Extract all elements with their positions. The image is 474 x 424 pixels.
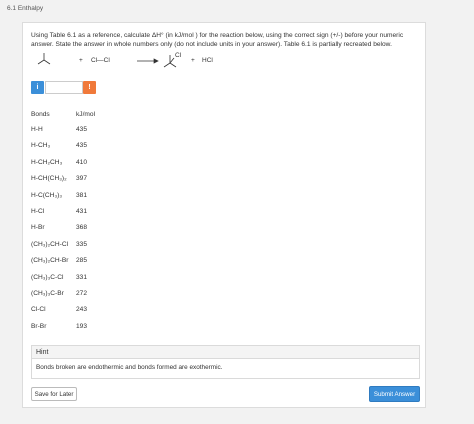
bond-name: H-Cl bbox=[31, 207, 45, 215]
hint-panel: Hint Bonds broken are endothermic and bo… bbox=[31, 345, 420, 379]
bond-name: (CH₃)₃C-Cl bbox=[31, 273, 64, 281]
bond-energy-table: Bonds kJ/mol H-H 435 H-CH₃ 435 H-CH₂CH₃ 410… bbox=[31, 111, 106, 339]
table-header-row: Bonds kJ/mol bbox=[31, 111, 106, 126]
bond-energy: 431 bbox=[76, 207, 88, 215]
table-row: H-Cl 431 bbox=[31, 208, 106, 224]
table-row: Cl-Cl 243 bbox=[31, 306, 106, 322]
hint-title[interactable]: Hint bbox=[32, 346, 419, 359]
submit-answer-button[interactable]: Submit Answer bbox=[369, 386, 420, 402]
bond-energy: 381 bbox=[76, 191, 88, 199]
bond-energy: 410 bbox=[76, 158, 88, 166]
table-row: H-Br 368 bbox=[31, 224, 106, 240]
reagent-cl2: Cl—Cl bbox=[91, 57, 110, 64]
question-text: Using Table 6.1 as a reference, calculat… bbox=[31, 32, 404, 48]
table-row: (CH₃)₃C-Cl 331 bbox=[31, 274, 106, 290]
breadcrumb: 6.1 Enthalpy bbox=[7, 5, 44, 12]
column-header-bonds: Bonds bbox=[31, 111, 50, 118]
bond-name: H-CH(CH₃)₂ bbox=[31, 175, 67, 183]
bond-energy: 331 bbox=[76, 273, 88, 281]
table-row: Br-Br 193 bbox=[31, 323, 106, 339]
product-cl-label: Cl bbox=[175, 52, 182, 59]
bond-name: H-Br bbox=[31, 224, 45, 232]
bond-name: H-H bbox=[31, 126, 43, 133]
column-header-kjmol: kJ/mol bbox=[76, 111, 96, 118]
table-row: (CH₃)₂CH-Cl 335 bbox=[31, 241, 106, 257]
table-row: H-H 435 bbox=[31, 126, 106, 142]
bond-energy: 435 bbox=[76, 126, 88, 133]
warning-icon[interactable]: ! bbox=[83, 81, 96, 94]
table-row: H-CH(CH₃)₂ 397 bbox=[31, 175, 106, 191]
bond-name: Br-Br bbox=[31, 322, 47, 330]
table-row: H-C(CH₃)₃ 381 bbox=[31, 192, 106, 208]
bond-name: Cl-Cl bbox=[31, 306, 46, 314]
bond-energy: 285 bbox=[76, 257, 88, 265]
table-row: (CH₃)₂CH-Br 285 bbox=[31, 257, 106, 273]
answer-input[interactable] bbox=[45, 81, 83, 94]
question-card: Using Table 6.1 as a reference, calculat… bbox=[22, 22, 426, 408]
bond-name: H-CH₂CH₃ bbox=[31, 158, 63, 166]
reaction-arrow-icon bbox=[137, 58, 159, 64]
reaction-structures bbox=[37, 53, 177, 68]
hint-text: Bonds broken are endothermic and bonds f… bbox=[36, 364, 223, 371]
bond-name: (CH₃)₃C-Br bbox=[31, 289, 64, 297]
isobutane-structure bbox=[37, 53, 51, 65]
table-row: (CH₃)₃C-Br 272 bbox=[31, 290, 106, 306]
byproduct-hcl: HCl bbox=[202, 57, 213, 64]
reaction-scheme: + Cl—Cl Cl + HCl bbox=[29, 51, 229, 71]
bond-energy: 435 bbox=[76, 142, 88, 150]
plus-sign: + bbox=[191, 57, 195, 64]
table-row: H-CH₃ 435 bbox=[31, 142, 106, 158]
save-for-later-button[interactable]: Save for Later bbox=[31, 387, 77, 401]
bond-energy: 397 bbox=[76, 175, 88, 183]
plus-sign: + bbox=[79, 57, 83, 64]
bond-name: H-CH₃ bbox=[31, 142, 51, 150]
bond-name: (CH₃)₂CH-Cl bbox=[31, 240, 69, 248]
bond-energy: 335 bbox=[76, 240, 88, 248]
bond-energy: 243 bbox=[76, 306, 88, 314]
bond-energy: 368 bbox=[76, 224, 88, 232]
bond-energy: 193 bbox=[76, 322, 88, 330]
bond-name: H-C(CH₃)₃ bbox=[31, 191, 63, 199]
bond-name: (CH₃)₂CH-Br bbox=[31, 257, 69, 265]
info-icon[interactable]: i bbox=[31, 81, 44, 94]
table-row: H-CH₂CH₃ 410 bbox=[31, 159, 106, 175]
bond-energy: 272 bbox=[76, 289, 88, 297]
